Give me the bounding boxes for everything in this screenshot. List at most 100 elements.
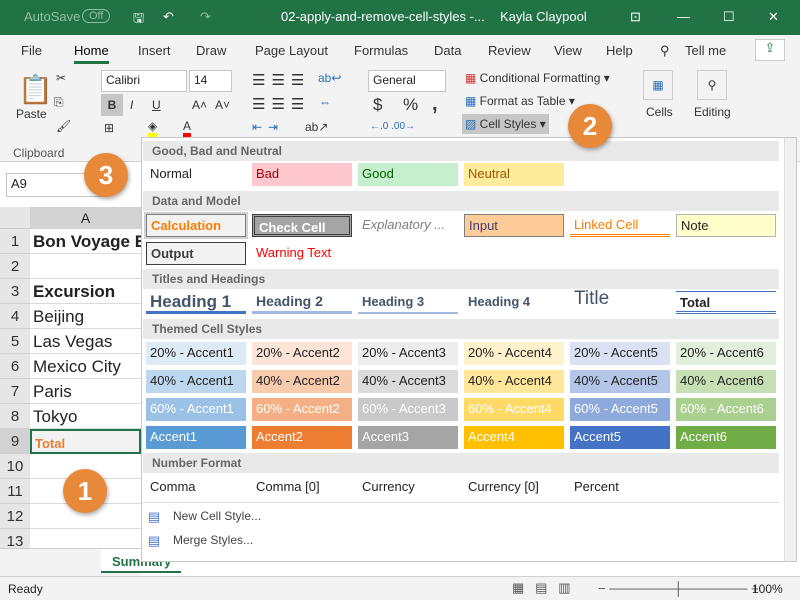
style-accent6[interactable]: Accent6 bbox=[676, 426, 776, 449]
number-format-select[interactable]: General bbox=[368, 70, 446, 92]
increase-font-icon[interactable]: A˄ bbox=[192, 98, 207, 112]
tab-data[interactable]: Data bbox=[434, 43, 461, 58]
cells-icon[interactable]: ▦ bbox=[643, 70, 673, 100]
cell-a7[interactable]: Paris bbox=[30, 379, 141, 404]
style-40-accent4[interactable]: 40% - Accent4 bbox=[464, 370, 564, 393]
maximize-icon[interactable]: ☐ bbox=[723, 9, 735, 25]
cell-a6[interactable]: Mexico City bbox=[30, 354, 141, 379]
gallery-scrollbar[interactable] bbox=[784, 138, 796, 561]
autosave-toggle[interactable]: Off bbox=[82, 9, 111, 23]
style-total[interactable]: Total bbox=[676, 291, 776, 314]
cell-a3[interactable]: Excursion bbox=[30, 279, 141, 304]
editing-icon[interactable]: ⚲ bbox=[697, 70, 727, 100]
style-20-accent2[interactable]: 20% - Accent2 bbox=[252, 342, 352, 365]
tab-view[interactable]: View bbox=[554, 43, 582, 58]
fill-color-icon[interactable]: ◈ bbox=[148, 119, 158, 137]
column-header-a[interactable]: A bbox=[30, 207, 141, 229]
italic-button[interactable]: I bbox=[130, 98, 133, 112]
new-cell-style-menu-item[interactable]: New Cell Style... bbox=[173, 509, 261, 523]
merge-center-icon[interactable]: ⇔ bbox=[319, 95, 331, 109]
cell-a8[interactable]: Tokyo bbox=[30, 404, 141, 429]
style-heading-4[interactable]: Heading 4 bbox=[464, 291, 564, 314]
zoom-slider[interactable]: − ───────┼─────── + bbox=[598, 581, 759, 596]
style-percent[interactable]: Percent bbox=[570, 476, 670, 499]
format-as-table-button[interactable]: ▦ Format as Table ▾ bbox=[465, 94, 575, 108]
style-accent1[interactable]: Accent1 bbox=[146, 426, 246, 449]
copy-icon[interactable]: ⎘ bbox=[54, 95, 64, 110]
comma-button[interactable]: , bbox=[432, 93, 438, 116]
cells-button[interactable]: Cells bbox=[646, 105, 673, 119]
cell-a1[interactable]: Bon Voyage E bbox=[30, 229, 141, 254]
wrap-text-icon[interactable]: ab↩ bbox=[318, 71, 341, 85]
currency-button[interactable]: $ bbox=[373, 95, 382, 115]
style-40-accent5[interactable]: 40% - Accent5 bbox=[570, 370, 670, 393]
row-header[interactable]: 2 bbox=[0, 254, 30, 279]
tab-review[interactable]: Review bbox=[488, 43, 531, 58]
ribbon-display-icon[interactable]: ⊡ bbox=[630, 9, 641, 25]
format-painter-icon[interactable]: 🖌 bbox=[56, 119, 71, 133]
style-20-accent3[interactable]: 20% - Accent3 bbox=[358, 342, 458, 365]
share-icon[interactable]: ⇪ bbox=[755, 39, 785, 61]
save-icon[interactable]: 🖫 bbox=[133, 9, 144, 31]
style-neutral[interactable]: Neutral bbox=[464, 163, 564, 186]
cut-icon[interactable]: ✂ bbox=[56, 71, 66, 85]
row-header[interactable]: 1 bbox=[0, 229, 30, 254]
tab-insert[interactable]: Insert bbox=[138, 43, 171, 58]
cell-a9[interactable]: Total bbox=[30, 429, 141, 454]
vertical-align-icons[interactable]: ☰☰☰ bbox=[252, 71, 310, 89]
horizontal-align-icons[interactable]: ☰☰☰ bbox=[252, 95, 310, 113]
style-accent3[interactable]: Accent3 bbox=[358, 426, 458, 449]
paste-icon[interactable]: 📋 bbox=[18, 73, 53, 106]
font-size-select[interactable]: 14 bbox=[189, 70, 232, 92]
tab-draw[interactable]: Draw bbox=[196, 43, 226, 58]
style-explanatory-[interactable]: Explanatory ... bbox=[358, 214, 458, 237]
style-currency[interactable]: Currency bbox=[358, 476, 458, 499]
close-icon[interactable]: ✕ bbox=[768, 9, 779, 25]
style-warning-text[interactable]: Warning Text bbox=[252, 242, 352, 265]
style-calculation[interactable]: Calculation bbox=[144, 212, 248, 239]
user-name[interactable]: Kayla Claypool bbox=[500, 9, 587, 24]
bold-button[interactable]: B bbox=[101, 94, 123, 116]
style-comma-0-[interactable]: Comma [0] bbox=[252, 476, 352, 499]
indent-icons[interactable]: ⇤⇥ bbox=[252, 120, 284, 134]
tab-help[interactable]: Help bbox=[606, 43, 633, 58]
font-color-icon[interactable]: A bbox=[183, 119, 192, 137]
merge-styles-menu-item[interactable]: Merge Styles... bbox=[173, 533, 253, 547]
style-check-cell[interactable]: Check Cell bbox=[252, 214, 352, 237]
minimize-icon[interactable]: — bbox=[677, 9, 690, 24]
style-20-accent5[interactable]: 20% - Accent5 bbox=[570, 342, 670, 365]
style-good[interactable]: Good bbox=[358, 163, 458, 186]
style-60-accent3[interactable]: 60% - Accent3 bbox=[358, 398, 458, 421]
decrease-font-icon[interactable]: A˅ bbox=[215, 98, 230, 112]
style-60-accent2[interactable]: 60% - Accent2 bbox=[252, 398, 352, 421]
font-name-select[interactable]: Calibri bbox=[101, 70, 187, 92]
style-60-accent1[interactable]: 60% - Accent1 bbox=[146, 398, 246, 421]
cell-styles-button[interactable]: ▨ Cell Styles ▾ bbox=[462, 114, 549, 134]
style-currency-0-[interactable]: Currency [0] bbox=[464, 476, 564, 499]
style-20-accent4[interactable]: 20% - Accent4 bbox=[464, 342, 564, 365]
row-header[interactable]: 7 bbox=[0, 379, 30, 404]
editing-button[interactable]: Editing bbox=[694, 105, 731, 119]
style-40-accent6[interactable]: 40% - Accent6 bbox=[676, 370, 776, 393]
style-accent5[interactable]: Accent5 bbox=[570, 426, 670, 449]
row-header[interactable]: 12 bbox=[0, 504, 30, 529]
style-normal[interactable]: Normal bbox=[146, 163, 246, 186]
paste-button[interactable]: Paste bbox=[16, 107, 47, 121]
tell-me-search[interactable]: Tell me bbox=[685, 43, 726, 58]
style-20-accent1[interactable]: 20% - Accent1 bbox=[146, 342, 246, 365]
percent-button[interactable]: % bbox=[403, 95, 418, 115]
tab-page-layout[interactable]: Page Layout bbox=[255, 43, 328, 58]
style-40-accent2[interactable]: 40% - Accent2 bbox=[252, 370, 352, 393]
style-input[interactable]: Input bbox=[464, 214, 564, 237]
view-buttons[interactable]: ▦ ▤ ▥ bbox=[512, 580, 571, 596]
row-header[interactable]: 6 bbox=[0, 354, 30, 379]
style-60-accent6[interactable]: 60% - Accent6 bbox=[676, 398, 776, 421]
style-comma[interactable]: Comma bbox=[146, 476, 246, 499]
cell-a4[interactable]: Beijing bbox=[30, 304, 141, 329]
row-header[interactable]: 3 bbox=[0, 279, 30, 304]
row-header[interactable]: 10 bbox=[0, 454, 30, 479]
style-40-accent3[interactable]: 40% - Accent3 bbox=[358, 370, 458, 393]
style-60-accent5[interactable]: 60% - Accent5 bbox=[570, 398, 670, 421]
underline-button[interactable]: U bbox=[152, 98, 161, 112]
style-heading-3[interactable]: Heading 3 bbox=[358, 291, 458, 314]
